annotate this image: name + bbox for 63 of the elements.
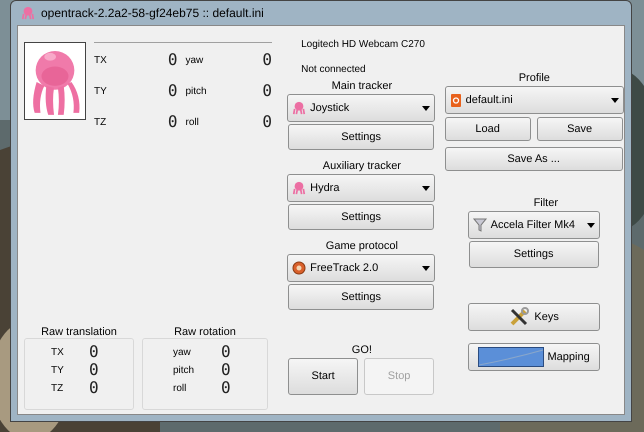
caret-icon (422, 106, 430, 110)
settings-button[interactable]: Settings (288, 124, 434, 150)
axis-label: TZ (50, 382, 64, 396)
curve-graph-icon (478, 347, 544, 367)
profile-button[interactable]: Save (536, 117, 623, 141)
group-title: Game protocol (324, 240, 399, 252)
caret-icon (610, 98, 619, 102)
tools-icon (508, 306, 530, 328)
group-title: Auxiliary tracker (322, 160, 402, 172)
profile-button[interactable]: Load (444, 117, 531, 141)
keys-button[interactable]: Keys (468, 303, 600, 331)
axis-label: TX (94, 54, 108, 68)
group-title: Raw rotation (173, 326, 237, 338)
lcd-number: 0 (221, 362, 231, 378)
axis-label: pitch (186, 84, 208, 98)
caret-icon (422, 186, 430, 190)
group-title: Raw translation (40, 326, 118, 338)
run-button[interactable]: Start (288, 358, 358, 395)
settings-button[interactable]: Settings (288, 284, 434, 310)
mapping-button[interactable]: Mapping (468, 343, 600, 371)
axis-label: TZ (94, 116, 108, 130)
dropdown[interactable]: default.ini (444, 86, 624, 114)
group-title: Main tracker (330, 80, 394, 92)
funnel-icon (472, 218, 487, 232)
lcd-number: 0 (221, 344, 231, 360)
lcd-number: 0 (262, 114, 272, 130)
lcd-number: 0 (168, 114, 178, 130)
caret-icon (422, 266, 430, 270)
axis-label: yaw (186, 54, 204, 68)
axis-label: roll (186, 116, 200, 130)
axis-label: TX (50, 346, 65, 360)
octopus-icon (21, 6, 35, 20)
lcd-number: 0 (221, 380, 231, 396)
group-title: Profile (518, 72, 551, 84)
lcd-number: 0 (89, 344, 99, 360)
caret-icon (586, 222, 595, 228)
octopus-icon (292, 181, 306, 195)
dropdown[interactable]: Hydra (287, 174, 436, 202)
connection-status: Not connected (301, 63, 367, 77)
dropdown[interactable]: FreeTrack 2.0 (287, 254, 436, 282)
lcd-number: 0 (168, 52, 178, 68)
axis-label: TY (50, 364, 65, 378)
save-as-button[interactable]: Save As ... (444, 147, 623, 171)
lcd-number: 0 (168, 83, 178, 99)
window-title: opentrack-2.2a2-58-gf24eb75 :: default.ini (41, 5, 264, 22)
camera-name: Logitech HD Webcam C270 (301, 38, 426, 52)
dropdown[interactable]: Joystick (287, 94, 436, 122)
settings-button[interactable]: Settings (288, 204, 434, 230)
file-icon (450, 92, 462, 108)
lcd-number: 0 (262, 83, 272, 99)
axis-label: yaw (172, 346, 192, 360)
octopus-icon (292, 101, 306, 115)
lcd-number: 0 (89, 380, 99, 396)
lcd-number: 0 (262, 52, 272, 68)
axis-label: pitch (172, 364, 196, 378)
lcd-number: 0 (89, 362, 99, 378)
axis-label: TY (94, 84, 108, 98)
disc-icon (292, 261, 306, 275)
group-title: GO! (350, 344, 373, 356)
group-title: Filter (532, 197, 560, 209)
dropdown[interactable]: Accela Filter Mk4 (468, 211, 600, 239)
axis-label: roll (172, 382, 188, 396)
settings-button[interactable]: Settings (468, 241, 599, 268)
